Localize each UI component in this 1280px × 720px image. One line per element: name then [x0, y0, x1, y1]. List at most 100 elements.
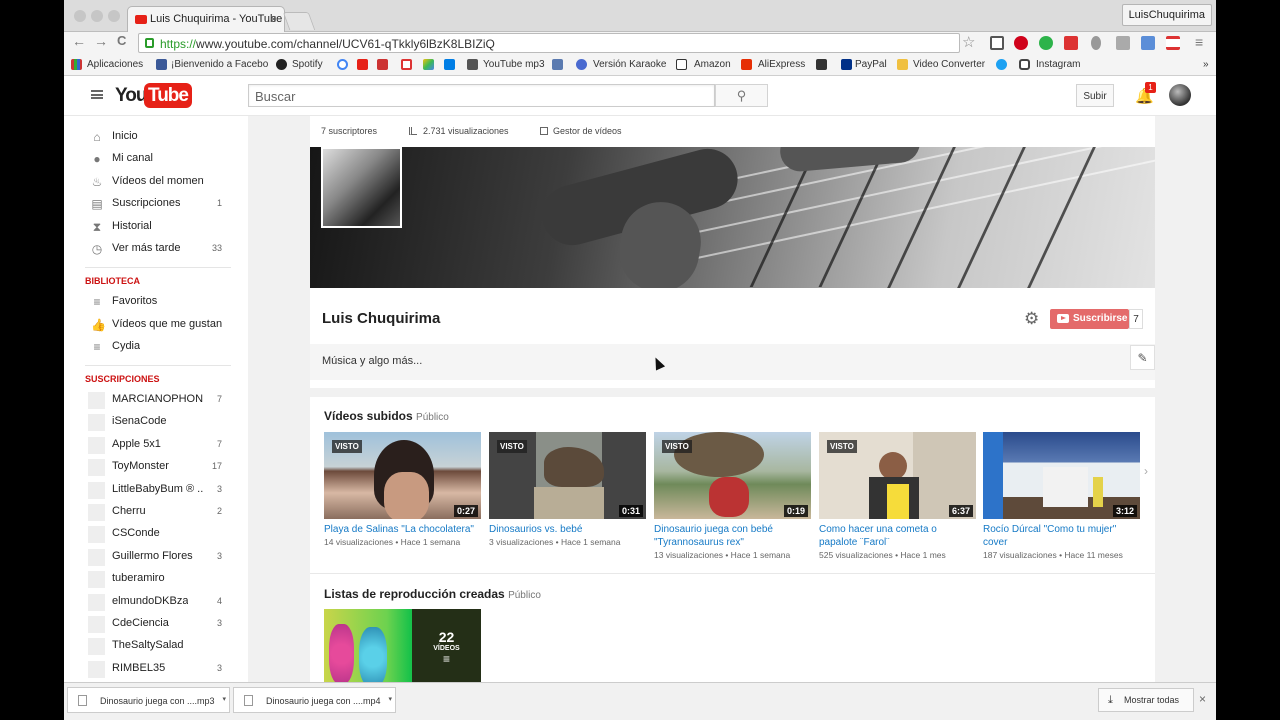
channel-thumbnail — [88, 392, 105, 409]
sidebar-item-ver-mas-tarde[interactable]: ◷ Ver más tarde 33 — [64, 238, 248, 260]
user-icon: ● — [93, 152, 101, 166]
search-button[interactable]: ⚲ — [715, 84, 768, 107]
subscribe-button[interactable]: Suscribirse — [1050, 309, 1129, 329]
bookmark-aliexpress[interactable]: AliExpress — [758, 59, 805, 70]
bookmark-ytmp3[interactable]: YouTube mp3 — [483, 59, 545, 70]
search-input[interactable]: Buscar — [248, 84, 715, 107]
video-meta: 14 visualizaciones • Hace 1 semana — [324, 537, 461, 547]
grey-extension-icon[interactable] — [1116, 36, 1130, 50]
video-title[interactable]: Como hacer una cometa o papalote ¨Farol¨ — [819, 523, 976, 549]
video-title[interactable]: Rocío Dúrcal "Como tu mujer" cover — [983, 523, 1140, 549]
address-bar[interactable]: https://www.youtube.com/channel/UCV61-qT… — [138, 33, 960, 53]
sidebar-item-liked[interactable]: 👍 Vídeos que me gustan — [64, 314, 248, 336]
close-window-button[interactable] — [74, 10, 86, 22]
video-thumbnail[interactable]: VISTO 0:31 — [489, 432, 646, 519]
browser-menu-icon[interactable]: ≡ — [1195, 34, 1203, 50]
video-title[interactable]: Dinosaurio juega con bebé "Tyrannosaurus… — [654, 523, 811, 549]
gmail-bookmark-icon[interactable] — [401, 59, 412, 70]
bookmark-amazon[interactable]: Amazon — [694, 59, 731, 70]
profile-button[interactable]: LuisChuquirima — [1121, 4, 1212, 26]
bookmark-instagram[interactable]: Instagram — [1036, 59, 1080, 70]
bookmark-paypal[interactable]: PayPal — [855, 59, 887, 70]
twitter-icon[interactable] — [996, 59, 1007, 70]
sidebar-subscription-item[interactable]: RIMBEL35 3 — [64, 658, 248, 680]
sidebar-item-historial[interactable]: ⧗ Historial — [64, 216, 248, 238]
close-shelf-icon[interactable]: × — [1199, 692, 1206, 706]
minimize-window-button[interactable] — [91, 10, 103, 22]
show-all-downloads-button[interactable]: ⤓ Mostrar todas — [1098, 688, 1194, 712]
logo-you[interactable]: You — [115, 85, 148, 107]
blue-extension-icon[interactable] — [1141, 36, 1155, 50]
opera-extension-icon[interactable] — [1014, 36, 1028, 50]
back-icon[interactable]: ← — [72, 33, 86, 49]
bookmark-star-icon[interactable]: ☆ — [962, 33, 975, 51]
edit-pencil-icon[interactable]: ✎ — [1130, 345, 1155, 370]
sidebar-item-mi-canal[interactable]: ● Mi canal — [64, 148, 248, 170]
sidebar-subscription-item[interactable]: LittleBabyBum ® ... 3 — [64, 479, 248, 501]
bookmark-converter[interactable]: Video Converter — [913, 59, 985, 70]
watched-badge: VISTO — [827, 440, 857, 453]
download-item[interactable]: Dinosaurio juega con ....mp4 ▾ — [233, 687, 396, 713]
sidebar-subscription-item[interactable]: elmundoDKBza 4 — [64, 591, 248, 613]
google-icon[interactable] — [337, 59, 348, 70]
bookmark-apps[interactable]: Aplicaciones — [87, 59, 143, 70]
video-manager-link[interactable]: Gestor de vídeos — [553, 126, 622, 136]
reload-icon[interactable]: C — [117, 33, 126, 48]
download-item[interactable]: Dinosaurio juega con ....mp3 ▾ — [67, 687, 230, 713]
sidebar-item-cydia[interactable]: ≡ Cydia — [64, 336, 248, 358]
maximize-window-button[interactable] — [108, 10, 120, 22]
sidebar-item-favoritos[interactable]: ≡ Favoritos — [64, 291, 248, 313]
sidebar-item-trending[interactable]: ♨ Vídeos del momento — [64, 171, 248, 193]
channel-name: Luis Chuquirima — [322, 310, 441, 327]
sidebar-subscription-item[interactable]: TheSaltySalad — [64, 635, 248, 657]
chevron-down-icon[interactable]: ▾ — [222, 695, 226, 703]
playlist-count-label: VÍDEOS — [433, 645, 460, 652]
drive-icon[interactable] — [423, 59, 434, 70]
guide-menu-icon[interactable] — [91, 90, 103, 99]
channel-avatar-image[interactable] — [321, 147, 402, 228]
sidebar-subscription-item[interactable]: tuberamiro — [64, 568, 248, 590]
sidebar-subscription-item[interactable]: Cherru 2 — [64, 501, 248, 523]
sidebar-subscription-item[interactable]: CSConde — [64, 523, 248, 545]
playlist-thumbnail[interactable]: 22 VÍDEOS ≡ — [324, 609, 481, 682]
video-title[interactable]: Dinosaurios vs. bebé — [489, 523, 646, 536]
upload-button[interactable]: Subir — [1076, 84, 1114, 107]
red-extension-icon[interactable] — [1064, 36, 1078, 50]
chevron-right-icon[interactable]: › — [1144, 464, 1148, 478]
browser-tab[interactable]: Luis Chuquirima - YouTube × — [127, 6, 285, 32]
video-thumbnail[interactable]: VISTO 0:19 — [654, 432, 811, 519]
sidebar-subscription-item[interactable]: ToyMonster 17 — [64, 456, 248, 478]
bulb-extension-icon[interactable] — [1091, 36, 1101, 50]
video-title[interactable]: Playa de Salinas "La chocolatera" — [324, 523, 481, 536]
more-bookmarks-icon[interactable]: » — [1203, 59, 1209, 70]
bag-icon[interactable] — [816, 59, 827, 70]
dropbox-icon[interactable] — [444, 59, 455, 70]
youtube-bookmark-icon[interactable] — [357, 59, 368, 70]
uploads-title-text: Vídeos subidos — [324, 409, 413, 423]
sidebar-item-label: elmundoDKBza — [112, 594, 189, 607]
avatar[interactable] — [1169, 84, 1191, 106]
sidebar-subscription-item[interactable]: iSenaCode — [64, 411, 248, 433]
sidebar-subscription-item[interactable]: CdeCiencia 3 — [64, 613, 248, 635]
red-bookmark-icon[interactable] — [377, 59, 388, 70]
video-thumbnail[interactable]: VISTO 6:37 — [819, 432, 976, 519]
sidebar-subscription-item[interactable]: Apple 5x1 7 — [64, 434, 248, 456]
video-thumbnail[interactable]: VISTO 0:27 — [324, 432, 481, 519]
forward-icon[interactable]: → — [94, 33, 108, 49]
sidebar-subscription-item[interactable]: Guillermo Flores 3 — [64, 546, 248, 568]
chevron-down-icon[interactable]: ▾ — [388, 695, 392, 703]
logo-tube[interactable]: Tube — [144, 83, 192, 108]
tab-close-icon[interactable]: × — [270, 12, 277, 26]
sidebar-item-suscripciones[interactable]: ▤ Suscripciones 1 — [64, 193, 248, 215]
gear-icon[interactable]: ⚙ — [1024, 309, 1039, 329]
watched-badge: VISTO — [662, 440, 692, 453]
sidebar-item-inicio[interactable]: ⌂ Inicio — [64, 126, 248, 148]
gmail-extension-icon[interactable] — [1166, 36, 1180, 50]
video-thumbnail[interactable]: 3:12 — [983, 432, 1140, 519]
extension-s-icon[interactable] — [990, 36, 1004, 50]
bookmark-karaoke[interactable]: Versión Karaoke — [593, 59, 666, 70]
bookmark-spotify[interactable]: Spotify — [292, 59, 323, 70]
sidebar-subscription-item[interactable]: MARCIANOPHON.. 7 — [64, 389, 248, 411]
bookmark-facebook[interactable]: ¡Bienvenido a Facebo — [171, 59, 268, 70]
green-extension-icon[interactable] — [1039, 36, 1053, 50]
